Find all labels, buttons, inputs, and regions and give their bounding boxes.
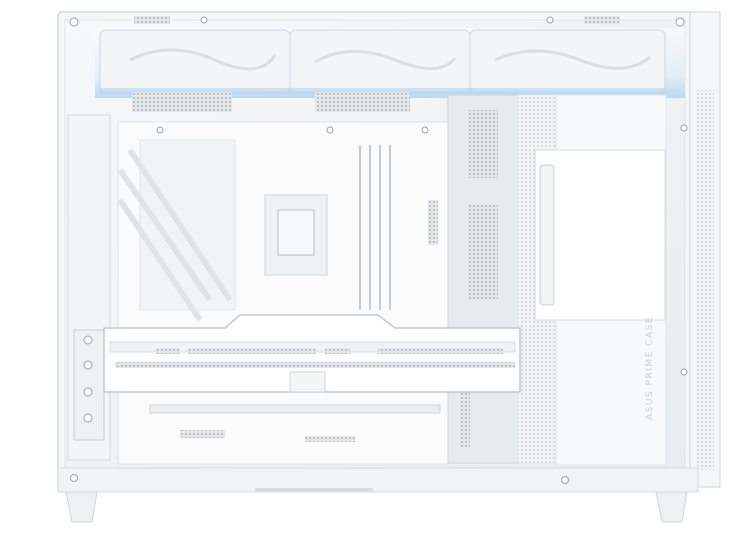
mb-screw-2 [326, 126, 334, 134]
mb-screw-1 [156, 126, 164, 134]
case-brand-label: ASUS PRIME CASE [645, 315, 655, 420]
case-feet [65, 491, 688, 523]
product-image: ASUS PRIME CASE [0, 0, 745, 537]
top-fans [95, 28, 685, 98]
motherboard [117, 121, 449, 465]
rear-io-brackets [67, 114, 111, 461]
mb-screw-3 [421, 126, 429, 134]
pc-case-illustration [57, 11, 721, 523]
